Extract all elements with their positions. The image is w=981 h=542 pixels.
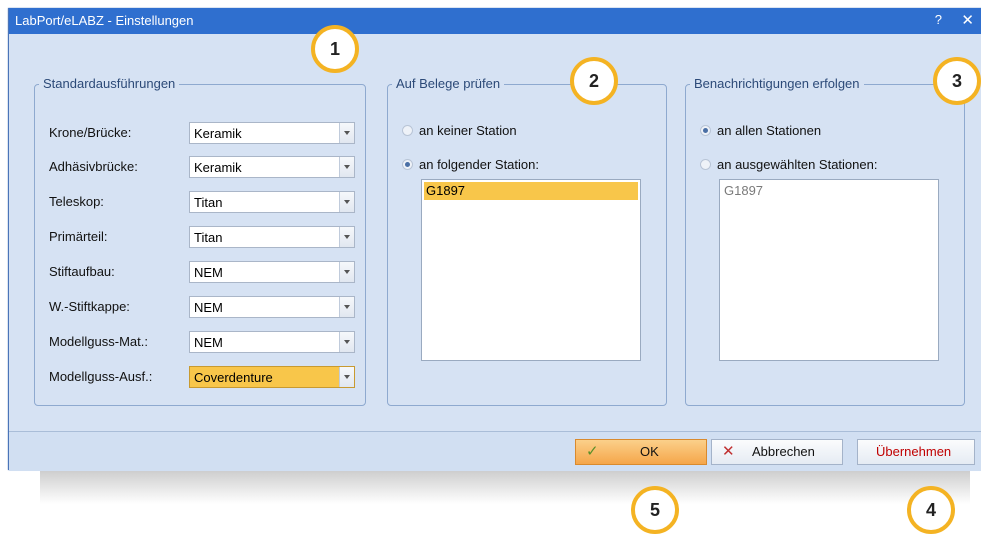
ok-button[interactable]: ✓ OK [575,439,707,465]
modellguss-mat-select[interactable]: NEM [189,331,355,353]
stiftkappe-label: W.-Stiftkappe: [49,299,130,314]
chevron-down-icon[interactable] [339,123,354,143]
modellguss-mat-label: Modellguss-Mat.: [49,334,148,349]
modellguss-ausf-label: Modellguss-Ausf.: [49,369,153,384]
stiftaufbau-label: Stiftaufbau: [49,264,115,279]
adhaesiv-label: Adhäsivbrücke: [49,159,138,174]
teleskop-value: Titan [194,195,223,210]
teleskop-select[interactable]: Titan [189,191,355,213]
radio-selected-icon[interactable] [402,159,413,171]
modellguss-ausf-select[interactable]: Coverdenture [189,366,355,388]
callout-badge-3: 3 [933,57,981,105]
primaerteil-label: Primärteil: [49,229,108,244]
chevron-down-icon[interactable] [339,297,354,317]
window-shadow [40,470,970,504]
close-icon[interactable]: ✕ [961,11,974,29]
standard-group: Standardausführungen Krone/Brücke: Keram… [34,76,366,406]
benachrichtigung-option-selected-label: an ausgewählten Stationen: [717,157,878,172]
cancel-button[interactable]: ✕ Abbrechen [711,439,843,465]
krone-value: Keramik [194,126,242,141]
callout-badge-2: 2 [570,57,618,105]
belege-legend: Auf Belege prüfen [392,76,505,91]
belege-option-station-label: an folgender Station: [419,157,539,172]
radio-icon[interactable] [700,159,711,171]
modellguss-mat-value: NEM [194,335,223,350]
stiftaufbau-select[interactable]: NEM [189,261,355,283]
krone-select[interactable]: Keramik [189,122,355,144]
primaerteil-select[interactable]: Titan [189,226,355,248]
standard-legend: Standardausführungen [39,76,180,91]
modellguss-ausf-value: Coverdenture [194,370,273,385]
benachrichtigung-option-all-label: an allen Stationen [717,123,822,138]
window-title: LabPort/eLABZ - Einstellungen [15,13,194,28]
title-bar: LabPort/eLABZ - Einstellungen ? ✕ [9,8,981,34]
help-icon[interactable]: ? [935,12,942,27]
belege-station-list[interactable]: G1897 [421,179,641,361]
settings-dialog: LabPort/eLABZ - Einstellungen ? ✕ Standa… [8,8,981,471]
krone-label: Krone/Brücke: [49,125,132,140]
adhaesiv-value: Keramik [194,160,242,175]
belege-option-none-label: an keiner Station [419,123,517,138]
adhaesiv-select[interactable]: Keramik [189,156,355,178]
benachrichtigung-group: Benachrichtigungen erfolgen an allen Sta… [685,76,965,406]
benachrichtigung-station-list[interactable]: G1897 [719,179,939,361]
radio-selected-icon[interactable] [700,125,711,137]
callout-badge-4: 4 [907,486,955,534]
stiftaufbau-value: NEM [194,265,223,280]
apply-button[interactable]: Übernehmen [857,439,975,465]
callout-badge-1: 1 [311,25,359,73]
primaerteil-value: Titan [194,230,223,245]
belege-option-none[interactable]: an keiner Station [402,123,517,138]
stiftkappe-value: NEM [194,300,223,315]
chevron-down-icon[interactable] [339,332,354,352]
chevron-down-icon[interactable] [339,367,354,387]
checkmark-icon: ✓ [586,443,599,460]
ok-label: OK [640,444,659,459]
radio-icon[interactable] [402,125,413,137]
benachrichtigung-option-all[interactable]: an allen Stationen [700,123,821,138]
benachrichtigung-option-selected[interactable]: an ausgewählten Stationen: [700,157,877,172]
list-item[interactable]: G1897 [424,182,638,200]
cross-icon: ✕ [722,443,735,460]
belege-option-station[interactable]: an folgender Station: [402,157,539,172]
chevron-down-icon[interactable] [339,262,354,282]
chevron-down-icon[interactable] [339,192,354,212]
teleskop-label: Teleskop: [49,194,104,209]
chevron-down-icon[interactable] [339,157,354,177]
list-item[interactable]: G1897 [722,182,936,200]
chevron-down-icon[interactable] [339,227,354,247]
button-bar: ✓ OK ✕ Abbrechen Übernehmen [9,431,981,471]
apply-label: Übernehmen [876,444,952,459]
stiftkappe-select[interactable]: NEM [189,296,355,318]
belege-group: Auf Belege prüfen an keiner Station an f… [387,76,667,406]
callout-badge-5: 5 [631,486,679,534]
benachrichtigung-legend: Benachrichtigungen erfolgen [690,76,864,91]
dialog-body: Standardausführungen Krone/Brücke: Keram… [9,34,981,429]
cancel-label: Abbrechen [752,444,815,459]
